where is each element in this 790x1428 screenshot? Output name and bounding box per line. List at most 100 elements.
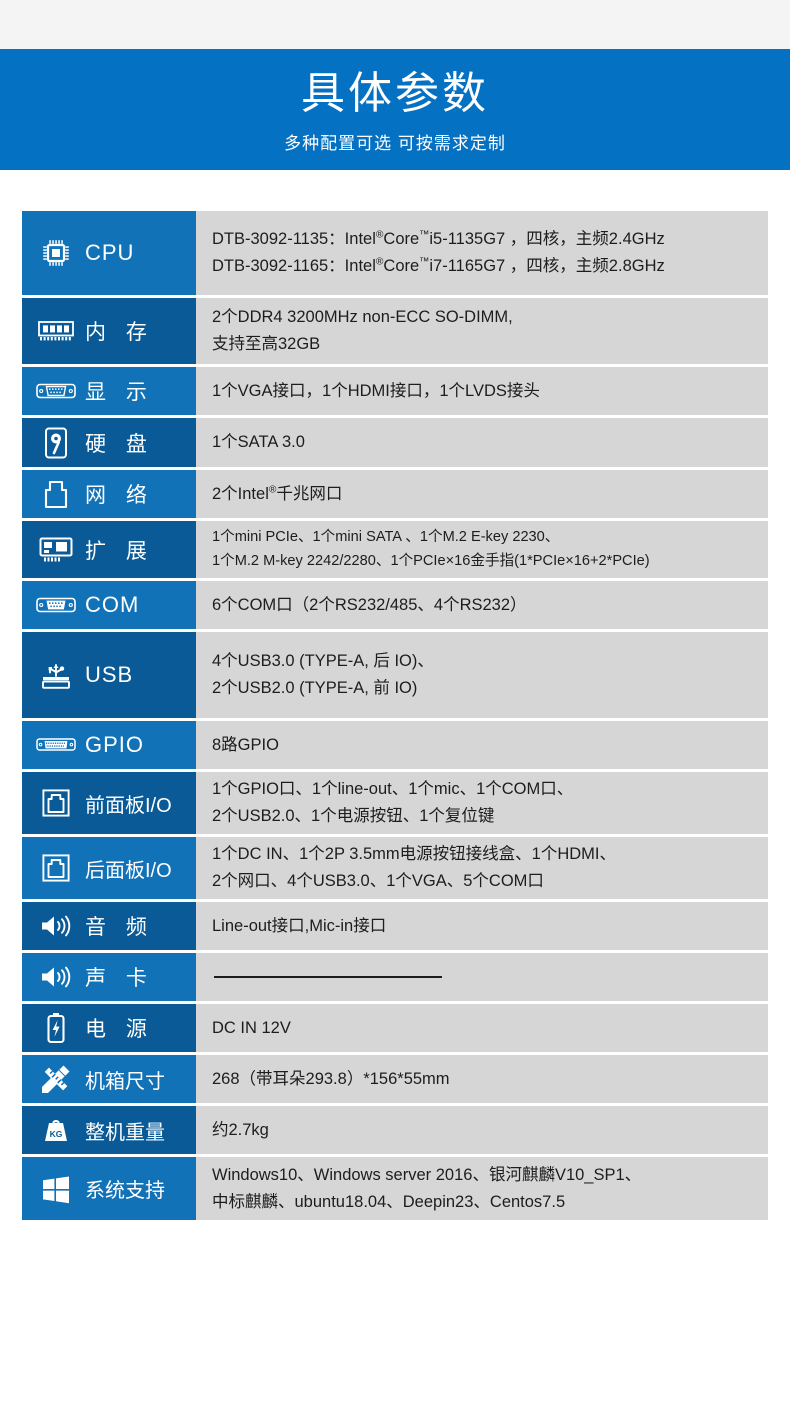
speaker-icon: [36, 960, 76, 994]
spec-value-line: 1个SATA 3.0: [212, 433, 305, 452]
spec-value-network: 2个Intel®千兆网口: [196, 470, 768, 518]
spec-value-weight: 约2.7kg: [196, 1106, 768, 1154]
hard-disk-icon: [36, 426, 76, 460]
spec-label-usb: USB: [22, 632, 196, 718]
spec-label-text: 显 示: [85, 381, 154, 404]
spec-label-gpio: GPIO: [22, 721, 196, 769]
spec-label-text: 前面板I/O: [85, 794, 172, 817]
spec-value-line: 1个DC IN、1个2P 3.5mm电源按钮接线盒、1个HDMI、: [212, 845, 617, 864]
spec-label-weight: KG 整机重量: [22, 1106, 196, 1154]
table-row: 声 卡: [22, 953, 768, 1001]
spec-value-dimensions: 268（带耳朵293.8）*156*55mm: [196, 1055, 768, 1103]
spec-label-text: 后面板I/O: [85, 859, 172, 882]
spec-label-rear-panel: 后面板I/O: [22, 837, 196, 899]
spec-label-network: 网 络: [22, 470, 196, 518]
spec-value-audio: Line-out接口,Mic-in接口: [196, 902, 768, 950]
spec-value-line: 2个网口、4个USB3.0、1个VGA、5个COM口: [212, 872, 544, 890]
table-row: USB 4个USB3.0 (TYPE-A, 后 IO)、 2个USB2.0 (T…: [22, 632, 768, 718]
table-row: 扩 展 1个mini PCIe、1个mini SATA 、1个M.2 E-key…: [22, 521, 768, 578]
network-port-icon: [36, 477, 76, 511]
spec-label-text: 声 卡: [85, 967, 154, 990]
windows-logo-icon: [36, 1172, 76, 1206]
spec-label-power: 电 源: [22, 1004, 196, 1052]
spec-value-os-support: Windows10、Windows server 2016、银河麒麟V10_SP…: [196, 1157, 768, 1220]
spec-value-line: Line-out接口,Mic-in接口: [212, 916, 387, 935]
spec-label-harddisk: 硬 盘: [22, 418, 196, 467]
spec-value-line: DC IN 12V: [212, 1018, 291, 1037]
spec-value-line: 1个M.2 M-key 2242/2280、1个PCIe×16金手指(1*PCI…: [212, 552, 650, 569]
table-row: 内 存 2个DDR4 3200MHz non-ECC SO-DIMM, 支持至高…: [22, 298, 768, 364]
spec-value-line: 1个mini PCIe、1个mini SATA 、1个M.2 E-key 223…: [212, 529, 560, 546]
spec-value-line: 1个VGA接口，1个HDMI接口，1个LVDS接头: [212, 381, 540, 400]
spec-value-line: 支持至高32GB: [212, 335, 321, 353]
spec-label-text: 电 源: [85, 1018, 154, 1041]
spec-label-text: 内 存: [85, 321, 154, 344]
spec-value-line: 1个GPIO口、1个line-out、1个mic、1个COM口、: [212, 780, 574, 799]
table-row: 显 示 1个VGA接口，1个HDMI接口，1个LVDS接头: [22, 367, 768, 415]
spec-label-text: GPIO: [85, 732, 145, 757]
front-panel-icon: [36, 786, 76, 820]
page-title: 具体参数: [301, 69, 489, 119]
spec-label-text: COM: [85, 592, 140, 617]
spec-value-front-panel: 1个GPIO口、1个line-out、1个mic、1个COM口、 2个USB2.…: [196, 772, 768, 834]
spec-value-line: Windows10、Windows server 2016、银河麒麟V10_SP…: [212, 1165, 642, 1184]
table-row: KG 整机重量 约2.7kg: [22, 1106, 768, 1154]
spec-value-line: 2个USB2.0、1个电源按钮、1个复位键: [212, 807, 495, 825]
spec-label-com: COM: [22, 581, 196, 629]
spec-label-text: USB: [85, 662, 134, 687]
spec-value-line: DTB-3092-1165：Intel®Core™i7-1165G7 ，四核，主…: [212, 256, 665, 275]
spec-value-memory: 2个DDR4 3200MHz non-ECC SO-DIMM, 支持至高32GB: [196, 298, 768, 364]
spec-label-text: 音 频: [85, 916, 154, 939]
table-row: 后面板I/O 1个DC IN、1个2P 3.5mm电源按钮接线盒、1个HDMI、…: [22, 837, 768, 899]
spec-value-line: 6个COM口（2个RS232/485、4个RS232）: [212, 595, 527, 614]
spec-label-text: 机箱尺寸: [85, 1070, 165, 1093]
battery-icon: [36, 1011, 76, 1045]
spec-value-line: 中标麒麟、ubuntu18.04、Deepin23、Centos7.5: [212, 1192, 566, 1211]
spec-label-memory: 内 存: [22, 298, 196, 364]
spec-value-harddisk: 1个SATA 3.0: [196, 418, 768, 467]
table-row: COM 6个COM口（2个RS232/485、4个RS232）: [22, 581, 768, 629]
table-row: 音 频 Line-out接口,Mic-in接口: [22, 902, 768, 950]
spec-value-line: 2个DDR4 3200MHz non-ECC SO-DIMM,: [212, 308, 513, 327]
table-row: 系统支持 Windows10、Windows server 2016、银河麒麟V…: [22, 1157, 768, 1220]
spec-label-expansion: 扩 展: [22, 521, 196, 578]
spec-value-power: DC IN 12V: [196, 1004, 768, 1052]
ruler-pencil-icon: [36, 1062, 76, 1096]
empty-value-rule: [214, 976, 442, 978]
spec-value-soundcard: [196, 953, 768, 1001]
gpio-connector-icon: [36, 728, 76, 762]
spec-label-dimensions: 机箱尺寸: [22, 1055, 196, 1103]
weight-icon: KG: [36, 1113, 76, 1147]
spec-label-display: 显 示: [22, 367, 196, 415]
spec-value-line: 8路GPIO: [212, 735, 279, 754]
com-port-icon: [36, 588, 76, 622]
spec-label-audio: 音 频: [22, 902, 196, 950]
expansion-card-icon: [36, 533, 76, 567]
table-row: 前面板I/O 1个GPIO口、1个line-out、1个mic、1个COM口、 …: [22, 772, 768, 834]
spec-value-cpu: DTB-3092-1135：Intel®Core™i5-1135G7 ，四核，主…: [196, 211, 768, 295]
spec-value-gpio: 8路GPIO: [196, 721, 768, 769]
table-row: 机箱尺寸 268（带耳朵293.8）*156*55mm: [22, 1055, 768, 1103]
spec-value-line: 4个USB3.0 (TYPE-A, 后 IO)、: [212, 652, 434, 671]
spec-value-com: 6个COM口（2个RS232/485、4个RS232）: [196, 581, 768, 629]
top-strip: [0, 0, 790, 49]
spec-label-front-panel: 前面板I/O: [22, 772, 196, 834]
svg-text:KG: KG: [50, 1129, 63, 1139]
table-row: 网 络 2个Intel®千兆网口: [22, 470, 768, 518]
spec-value-line: 268（带耳朵293.8）*156*55mm: [212, 1069, 450, 1088]
spec-label-text: 扩 展: [85, 539, 154, 563]
spec-value-line: 2个USB2.0 (TYPE-A, 前 IO): [212, 679, 418, 697]
page-banner: 具体参数 多种配置可选 可按需求定制: [0, 49, 790, 170]
spec-value-line: 2个Intel®千兆网口: [212, 484, 343, 503]
spec-label-text: 硬 盘: [85, 432, 154, 456]
spec-label-os-support: 系统支持: [22, 1157, 196, 1220]
spec-label-text: CPU: [85, 240, 135, 265]
speaker-icon: [36, 909, 76, 943]
rear-panel-icon: [36, 851, 76, 885]
spec-value-line: 约2.7kg: [212, 1120, 269, 1139]
spec-value-line: DTB-3092-1135：Intel®Core™i5-1135G7 ，四核，主…: [212, 229, 665, 249]
spec-label-text: 整机重量: [85, 1121, 165, 1144]
spec-label-soundcard: 声 卡: [22, 953, 196, 1001]
spec-label-text: 系统支持: [85, 1180, 165, 1202]
spec-value-rear-panel: 1个DC IN、1个2P 3.5mm电源按钮接线盒、1个HDMI、 2个网口、4…: [196, 837, 768, 899]
